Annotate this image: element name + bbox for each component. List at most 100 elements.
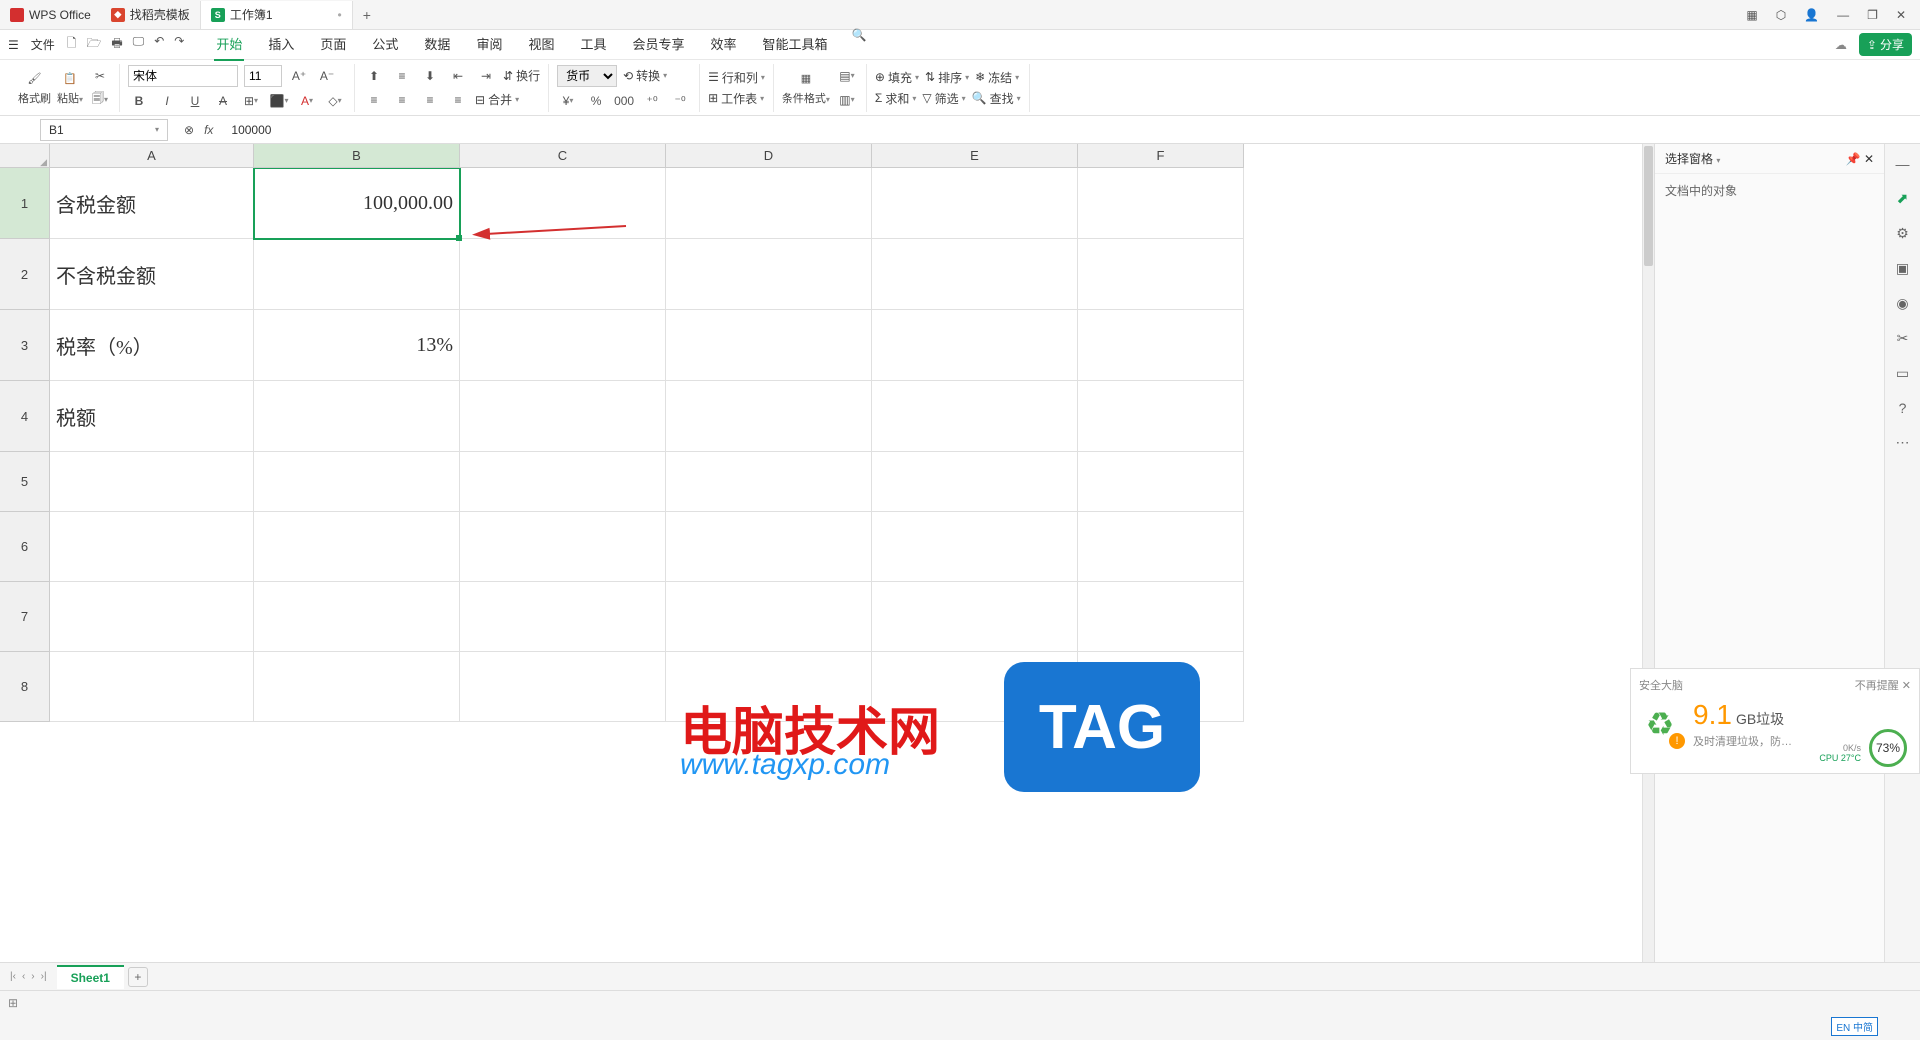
align-right-icon[interactable]: ≡ (419, 90, 441, 110)
row-header-5[interactable]: 5 (0, 452, 50, 512)
cell-E2[interactable] (872, 239, 1078, 310)
cell-F1[interactable] (1078, 168, 1244, 239)
fill-color-button[interactable]: ⬛▾ (268, 91, 290, 111)
cell-A6[interactable] (50, 512, 254, 582)
merge-button[interactable]: ⊟合并▾ (475, 91, 519, 108)
cell-B6[interactable] (254, 512, 460, 582)
maximize-button[interactable]: ❐ (1867, 8, 1878, 22)
sheet-next-icon[interactable]: › (31, 971, 34, 982)
row-header-8[interactable]: 8 (0, 652, 50, 722)
row-header-1[interactable]: 1 (0, 168, 50, 239)
select-all-corner[interactable] (0, 144, 50, 168)
cell-D5[interactable] (666, 452, 872, 512)
cell-A5[interactable] (50, 452, 254, 512)
close-panel-icon[interactable]: ✕ (1864, 152, 1874, 166)
cell-F3[interactable] (1078, 310, 1244, 381)
tab-add-button[interactable]: + (353, 7, 381, 23)
cell-A2[interactable]: 不含税金额 (50, 239, 254, 310)
cell-F6[interactable] (1078, 512, 1244, 582)
menu-tab-start[interactable]: 开始 (214, 28, 244, 61)
tools-rail-icon[interactable]: ✂ (1897, 330, 1909, 347)
cell-F5[interactable] (1078, 452, 1244, 512)
row-header-2[interactable]: 2 (0, 239, 50, 310)
menu-tab-page[interactable]: 页面 (318, 28, 348, 61)
undo-icon[interactable]: ↶ (154, 34, 164, 55)
menu-tab-tools[interactable]: 工具 (578, 28, 608, 61)
cell-B8[interactable] (254, 652, 460, 722)
dec-dec-icon[interactable]: ⁻⁰ (669, 91, 691, 111)
worksheet-button[interactable]: ⊞工作表▾ (708, 90, 765, 107)
grid-body[interactable]: 1 含税金额 100,000.00 2 不含税金额 3 税率（%） 1 (0, 168, 1642, 962)
cell-C5[interactable] (460, 452, 666, 512)
cpu-badge[interactable]: 73% (1869, 729, 1907, 767)
fill-button[interactable]: ⊕填充▾ (875, 69, 919, 86)
cell-B3[interactable]: 13% (254, 310, 460, 381)
hamburger-icon[interactable]: ☰ (8, 38, 19, 52)
cell-E4[interactable] (872, 381, 1078, 452)
print-icon[interactable]: 🖶 (111, 34, 122, 55)
cell-F4[interactable] (1078, 381, 1244, 452)
file-menu[interactable]: 文件 (31, 36, 55, 53)
wrap-button[interactable]: ⇵换行 (503, 67, 540, 84)
cell-D3[interactable] (666, 310, 872, 381)
layers-rail-icon[interactable]: ▣ (1896, 260, 1909, 277)
filter-button[interactable]: ▽筛选▾ (922, 90, 965, 107)
cell-E7[interactable] (872, 582, 1078, 652)
cell-C4[interactable] (460, 381, 666, 452)
open-icon[interactable]: 🗁 (86, 34, 101, 55)
cell-A8[interactable] (50, 652, 254, 722)
cell-A7[interactable] (50, 582, 254, 652)
decrease-font-icon[interactable]: A⁻ (316, 66, 338, 86)
cell-B4[interactable] (254, 381, 460, 452)
cell-C7[interactable] (460, 582, 666, 652)
sheet-last-icon[interactable]: ›| (41, 971, 47, 982)
menu-tab-review[interactable]: 审阅 (474, 28, 504, 61)
align-bot-icon[interactable]: ⬇ (419, 66, 441, 86)
cell-C8[interactable] (460, 652, 666, 722)
col-header-A[interactable]: A (50, 144, 254, 168)
collapse-icon[interactable]: — (1896, 156, 1910, 172)
menu-tab-insert[interactable]: 插入 (266, 28, 296, 61)
tab-workbook[interactable]: S 工作簿1 • (201, 1, 353, 29)
align-center-icon[interactable]: ≡ (391, 90, 413, 110)
row-header-7[interactable]: 7 (0, 582, 50, 652)
cell-F2[interactable] (1078, 239, 1244, 310)
menu-tab-smart[interactable]: 智能工具箱 (761, 28, 830, 61)
cell-F7[interactable] (1078, 582, 1244, 652)
align-left-icon[interactable]: ≡ (363, 90, 385, 110)
help-rail-icon[interactable]: ? (1899, 400, 1907, 416)
cell-B1[interactable]: 100,000.00 (254, 168, 460, 239)
status-icon[interactable]: ⊞ (8, 996, 18, 1010)
currency-icon[interactable]: ¥▾ (557, 91, 579, 111)
convert-button[interactable]: ⟲转换▾ (623, 67, 667, 84)
cell-C3[interactable] (460, 310, 666, 381)
font-name-select[interactable] (128, 65, 238, 87)
col-header-C[interactable]: C (460, 144, 666, 168)
formula-input[interactable]: 100000 (223, 123, 1920, 137)
copy-icon[interactable]: 🗐▾ (89, 90, 111, 110)
device-rail-icon[interactable]: ▭ (1896, 365, 1909, 382)
row-header-3[interactable]: 3 (0, 310, 50, 381)
share-button[interactable]: ⇪ 分享 (1859, 33, 1912, 56)
cell-A4[interactable]: 税额 (50, 381, 254, 452)
percent-icon[interactable]: % (585, 91, 607, 111)
italic-button[interactable]: I (156, 91, 178, 111)
redo-icon[interactable]: ↷ (174, 34, 184, 55)
col-header-F[interactable]: F (1078, 144, 1244, 168)
cell-A3[interactable]: 税率（%） (50, 310, 254, 381)
find-button[interactable]: 🔍查找▾ (972, 90, 1021, 107)
row-header-4[interactable]: 4 (0, 381, 50, 452)
bold-button[interactable]: B (128, 91, 150, 111)
border-button[interactable]: ⊞▾ (240, 91, 262, 111)
minimize-button[interactable]: — (1837, 8, 1849, 22)
indent-inc-icon[interactable]: ⇥ (475, 66, 497, 86)
cell-D1[interactable] (666, 168, 872, 239)
cell-E1[interactable] (872, 168, 1078, 239)
sheet-tab-1[interactable]: Sheet1 (57, 965, 124, 989)
cell-D4[interactable] (666, 381, 872, 452)
align-top-icon[interactable]: ⬆ (363, 66, 385, 86)
new-icon[interactable]: 🗋 (67, 34, 77, 55)
rowcol-button[interactable]: ☰行和列▾ (708, 69, 765, 86)
sheet-add-button[interactable]: + (128, 967, 148, 987)
cond-format-button[interactable]: ▦ 条件格式▾ (782, 70, 830, 106)
